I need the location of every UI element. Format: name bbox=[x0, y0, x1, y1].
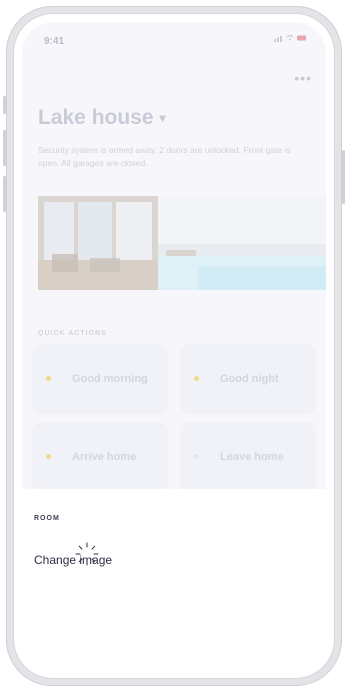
volume-down-button bbox=[3, 176, 6, 212]
power-button bbox=[342, 150, 345, 204]
quick-action-good-morning[interactable]: Good morning bbox=[32, 344, 168, 414]
action-sheet: ROOM Change image bbox=[22, 489, 326, 670]
signal-wifi-battery-icon bbox=[274, 34, 306, 42]
leave-icon bbox=[194, 454, 199, 459]
home-title-selector[interactable]: Lake house ▾ bbox=[38, 106, 166, 130]
quick-action-label: Arrive home bbox=[72, 450, 137, 463]
status-time: 9:41 bbox=[44, 36, 65, 47]
mute-switch bbox=[3, 96, 6, 114]
quick-actions-label: QUICK ACTIONS bbox=[38, 330, 107, 337]
sheet-section-label: ROOM bbox=[34, 515, 60, 522]
loading-spinner-icon bbox=[75, 542, 99, 566]
moon-icon bbox=[194, 376, 199, 381]
chevron-down-icon: ▾ bbox=[159, 111, 166, 126]
quick-action-label: Good night bbox=[220, 372, 279, 385]
quick-action-arrive-home[interactable]: Arrive home bbox=[32, 422, 168, 492]
more-options-button[interactable]: ••• bbox=[294, 70, 312, 86]
arrive-icon bbox=[46, 454, 51, 459]
volume-up-button bbox=[3, 130, 6, 166]
sun-icon bbox=[46, 376, 51, 381]
home-status-description: Security system is armed away. 2 doors a… bbox=[38, 145, 291, 168]
quick-action-good-night[interactable]: Good night bbox=[180, 344, 316, 414]
quick-action-label: Leave home bbox=[220, 450, 284, 463]
status-bar: 9:41 bbox=[22, 22, 326, 58]
quick-action-leave-home[interactable]: Leave home bbox=[180, 422, 316, 492]
status-icons bbox=[274, 34, 308, 44]
home-image bbox=[38, 196, 326, 290]
screen: 9:41 ••• Lake house ▾ Security system is … bbox=[22, 22, 326, 670]
quick-action-label: Good morning bbox=[72, 372, 148, 385]
page-title: Lake house bbox=[38, 106, 154, 129]
